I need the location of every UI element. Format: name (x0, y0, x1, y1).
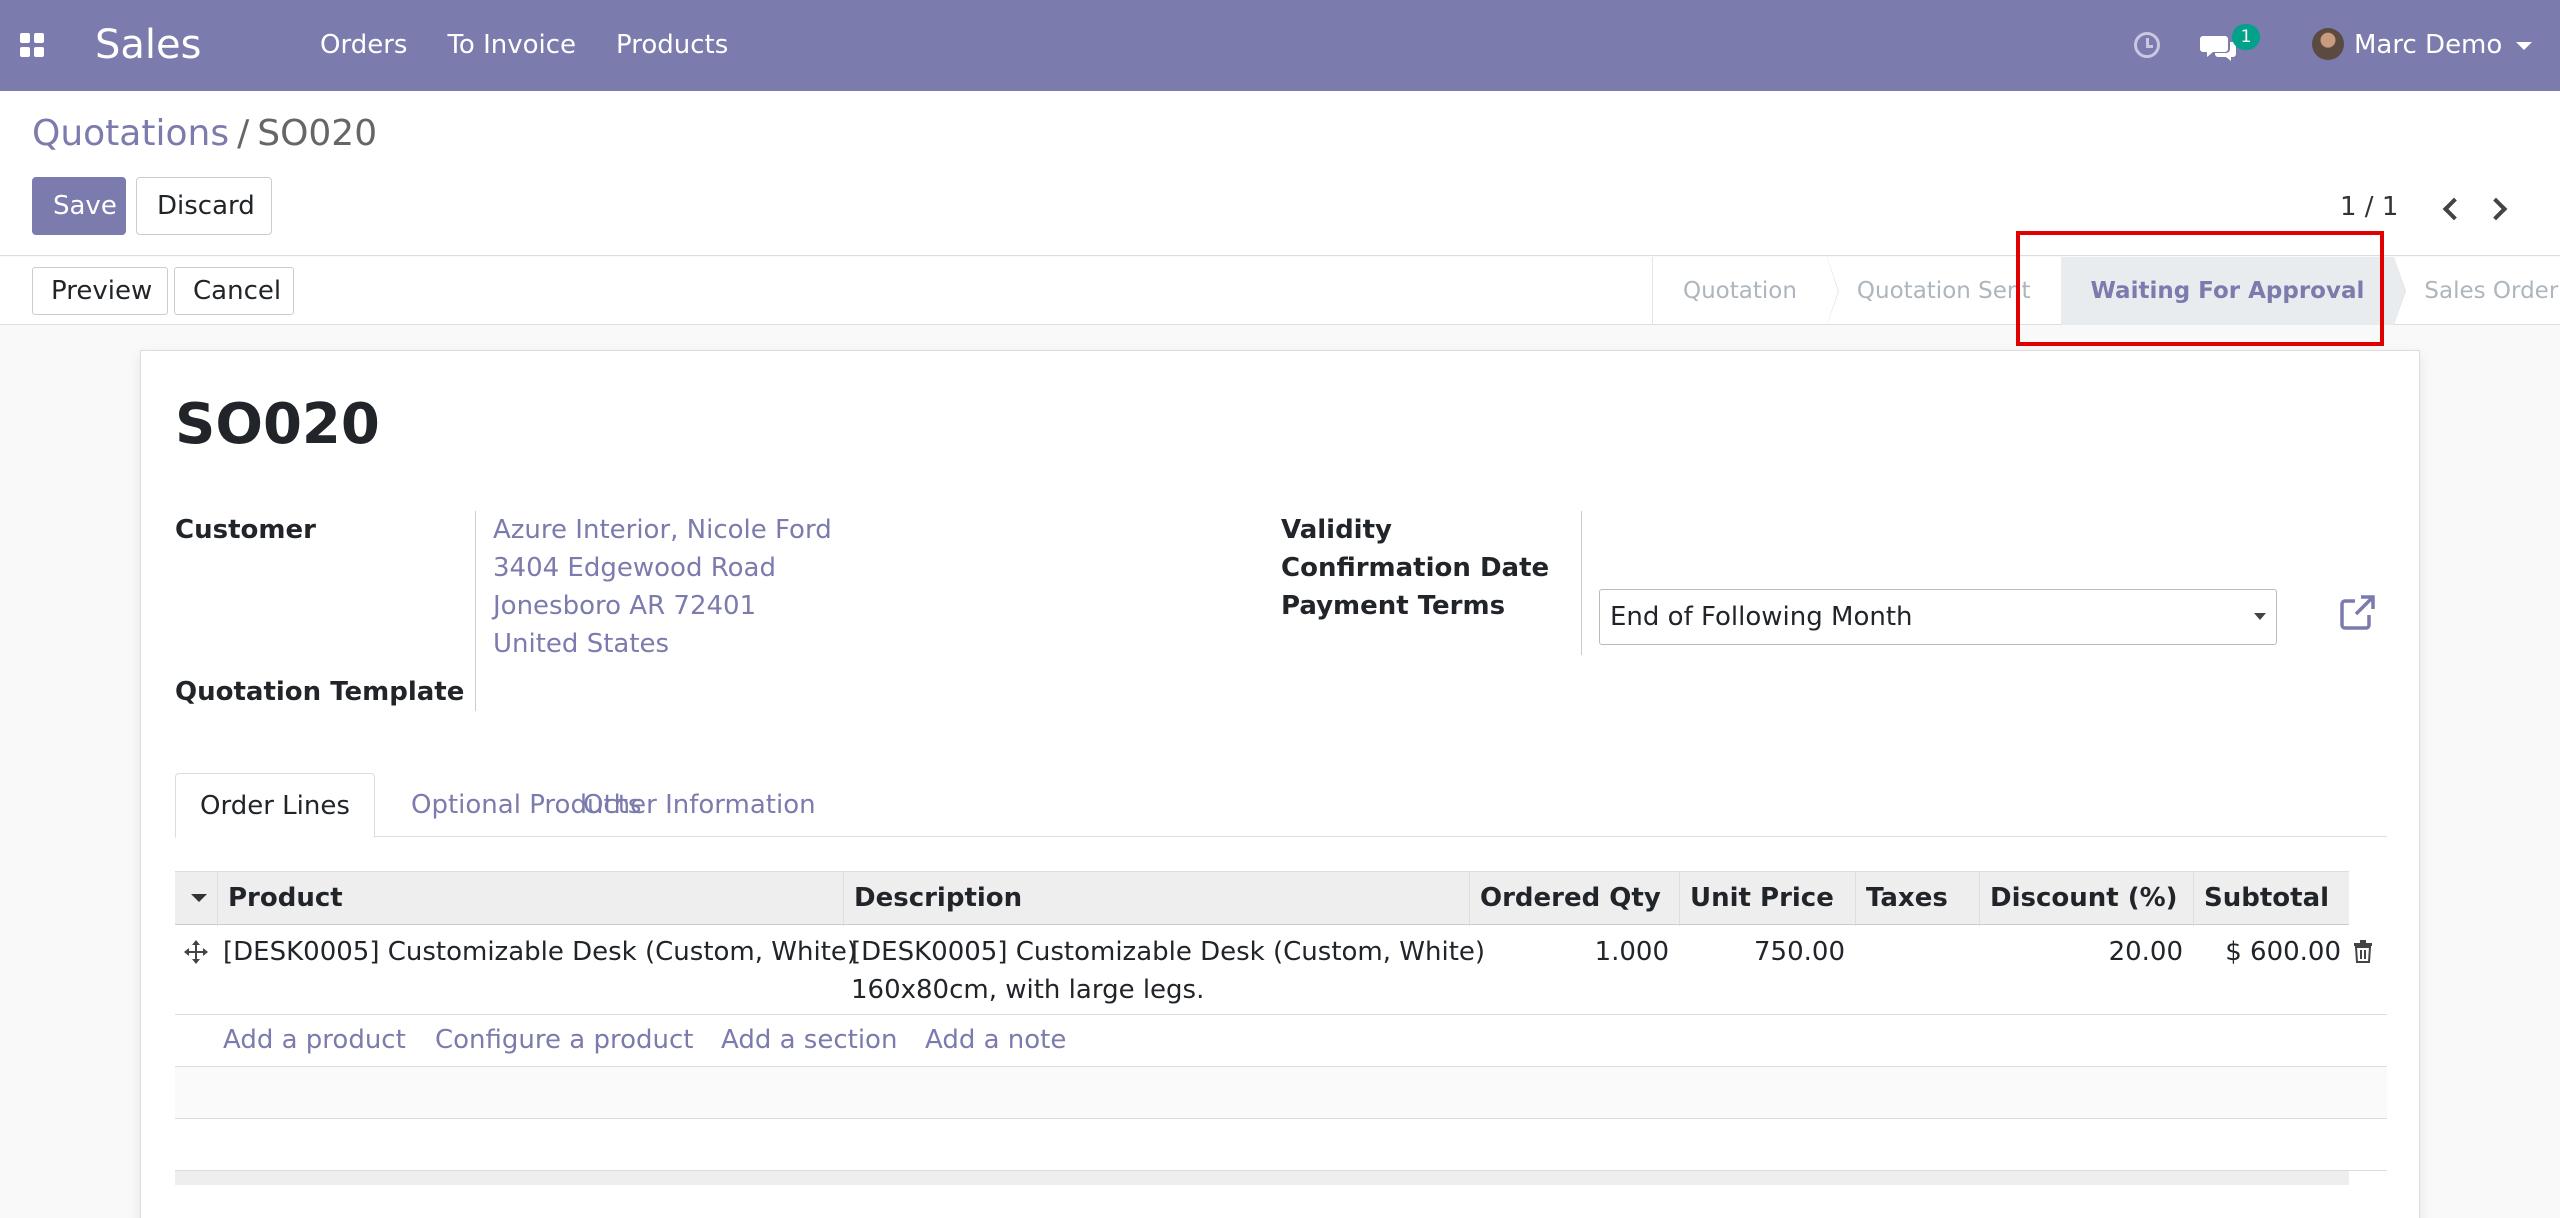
column-unit-price[interactable]: Unit Price (1679, 872, 1855, 926)
customer-country-line: United States (493, 629, 670, 659)
highlight-annotation (2016, 231, 2384, 346)
add-note-link[interactable]: Add a note (925, 1021, 1066, 1059)
save-button[interactable]: Save (32, 177, 126, 235)
tab-other-information[interactable]: Other Information (559, 773, 840, 837)
top-navbar: Sales Orders To Invoice Products 1 Marc … (0, 0, 2560, 91)
column-subtotal[interactable]: Subtotal (2193, 872, 2349, 926)
table-row[interactable]: [DESK0005] Customizable Desk (Custom, Wh… (175, 925, 2387, 1015)
menu-orders[interactable]: Orders (300, 0, 427, 91)
column-discount[interactable]: Discount (%) (1979, 872, 2193, 926)
breadcrumb: Quotations / SO020 (32, 111, 377, 157)
column-ordered-qty[interactable]: Ordered Qty (1469, 872, 1679, 926)
cell-product[interactable]: [DESK0005] Customizable Desk (Custom, Wh… (223, 933, 857, 971)
customer-label: Customer (175, 515, 316, 545)
customer-address[interactable]: Azure Interior, Nicole Ford 3404 Edgewoo… (493, 511, 832, 663)
user-name[interactable]: Marc Demo (2354, 28, 2502, 62)
payment-terms-value: End of Following Month (1610, 602, 1913, 632)
stage-sales-order[interactable]: Sales Order (2394, 257, 2560, 325)
field-divider (1581, 511, 1582, 655)
customer-city-line: Jonesboro AR 72401 (493, 591, 757, 621)
table-header: Product Description Ordered Qty Unit Pri… (175, 871, 2349, 926)
app-name[interactable]: Sales (95, 18, 201, 72)
chat-count-badge: 1 (2232, 24, 2260, 50)
column-product[interactable]: Product (217, 872, 843, 926)
configure-product-link[interactable]: Configure a product (435, 1021, 693, 1059)
customer-name-line[interactable]: Azure Interior, Nicole Ford (493, 511, 832, 549)
payment-terms-label: Payment Terms (1281, 591, 1506, 621)
cancel-button[interactable]: Cancel (174, 267, 294, 315)
breadcrumb-separator: / (237, 113, 250, 154)
cell-discount[interactable]: 20.00 (1979, 933, 2183, 971)
customer-street-line: 3404 Edgewood Road (493, 553, 776, 583)
notebook-tabs: Order Lines Optional Products Other Info… (175, 773, 2387, 838)
breadcrumb-current: SO020 (257, 113, 378, 154)
add-product-link[interactable]: Add a product (223, 1021, 406, 1059)
form-sheet: SO020 Customer Azure Interior, Nicole Fo… (140, 350, 2420, 1218)
order-title: SO020 (175, 392, 380, 457)
order-lines-table: Product Description Ordered Qty Unit Pri… (175, 871, 2387, 1185)
breadcrumb-quotations-link[interactable]: Quotations (32, 113, 229, 154)
quotation-template-label: Quotation Template (175, 677, 465, 707)
stage-quotation[interactable]: Quotation (1652, 257, 1839, 325)
discard-button[interactable]: Discard (136, 177, 272, 235)
avatar[interactable] (2312, 28, 2344, 60)
cell-subtotal: $ 600.00 (2225, 937, 2341, 967)
cell-unit-price[interactable]: 750.00 (1679, 933, 1845, 971)
cell-description[interactable]: [DESK0005] Customizable Desk (Custom, Wh… (851, 933, 1485, 1009)
menu-products[interactable]: Products (596, 0, 748, 91)
pager-next-icon[interactable] (2484, 197, 2508, 221)
stage-label: Sales Order (2424, 278, 2559, 304)
activity-clock-icon[interactable] (2134, 32, 2160, 58)
main-menu: Orders To Invoice Products (300, 0, 748, 91)
apps-menu-icon[interactable] (20, 33, 44, 57)
external-link-icon[interactable] (2339, 593, 2377, 631)
cell-ordered-qty[interactable]: 1.000 (1469, 933, 1669, 971)
empty-row (175, 1119, 2387, 1171)
confirmation-date-label: Confirmation Date (1281, 553, 1550, 583)
drag-handle-icon[interactable] (183, 939, 209, 965)
stage-label: Quotation (1683, 278, 1797, 304)
trash-icon[interactable] (2353, 939, 2373, 963)
tab-order-lines[interactable]: Order Lines (175, 773, 375, 838)
column-taxes[interactable]: Taxes (1855, 872, 1979, 926)
description-line-2: 160x80cm, with large legs. (851, 975, 1205, 1005)
pager-previous-icon[interactable] (2442, 197, 2466, 221)
empty-row (175, 1067, 2387, 1119)
chevron-down-icon[interactable] (2254, 613, 2266, 620)
stage-label: Quotation Sent (1856, 278, 2031, 304)
payment-terms-select[interactable]: End of Following Month (1599, 589, 2277, 645)
add-line-row: Add a product Configure a product Add a … (175, 1015, 2387, 1067)
preview-button[interactable]: Preview (32, 267, 168, 315)
pager-value[interactable]: 1 / 1 (2340, 191, 2398, 223)
validity-label: Validity (1281, 515, 1392, 545)
description-line-1: [DESK0005] Customizable Desk (Custom, Wh… (851, 937, 1486, 967)
field-divider (475, 511, 476, 711)
table-footer (175, 1171, 2349, 1185)
menu-to-invoice[interactable]: To Invoice (427, 0, 596, 91)
caret-down-icon[interactable] (191, 894, 207, 902)
chevron-down-icon[interactable] (2516, 42, 2532, 50)
column-description[interactable]: Description (843, 872, 1469, 926)
add-section-link[interactable]: Add a section (721, 1021, 897, 1059)
